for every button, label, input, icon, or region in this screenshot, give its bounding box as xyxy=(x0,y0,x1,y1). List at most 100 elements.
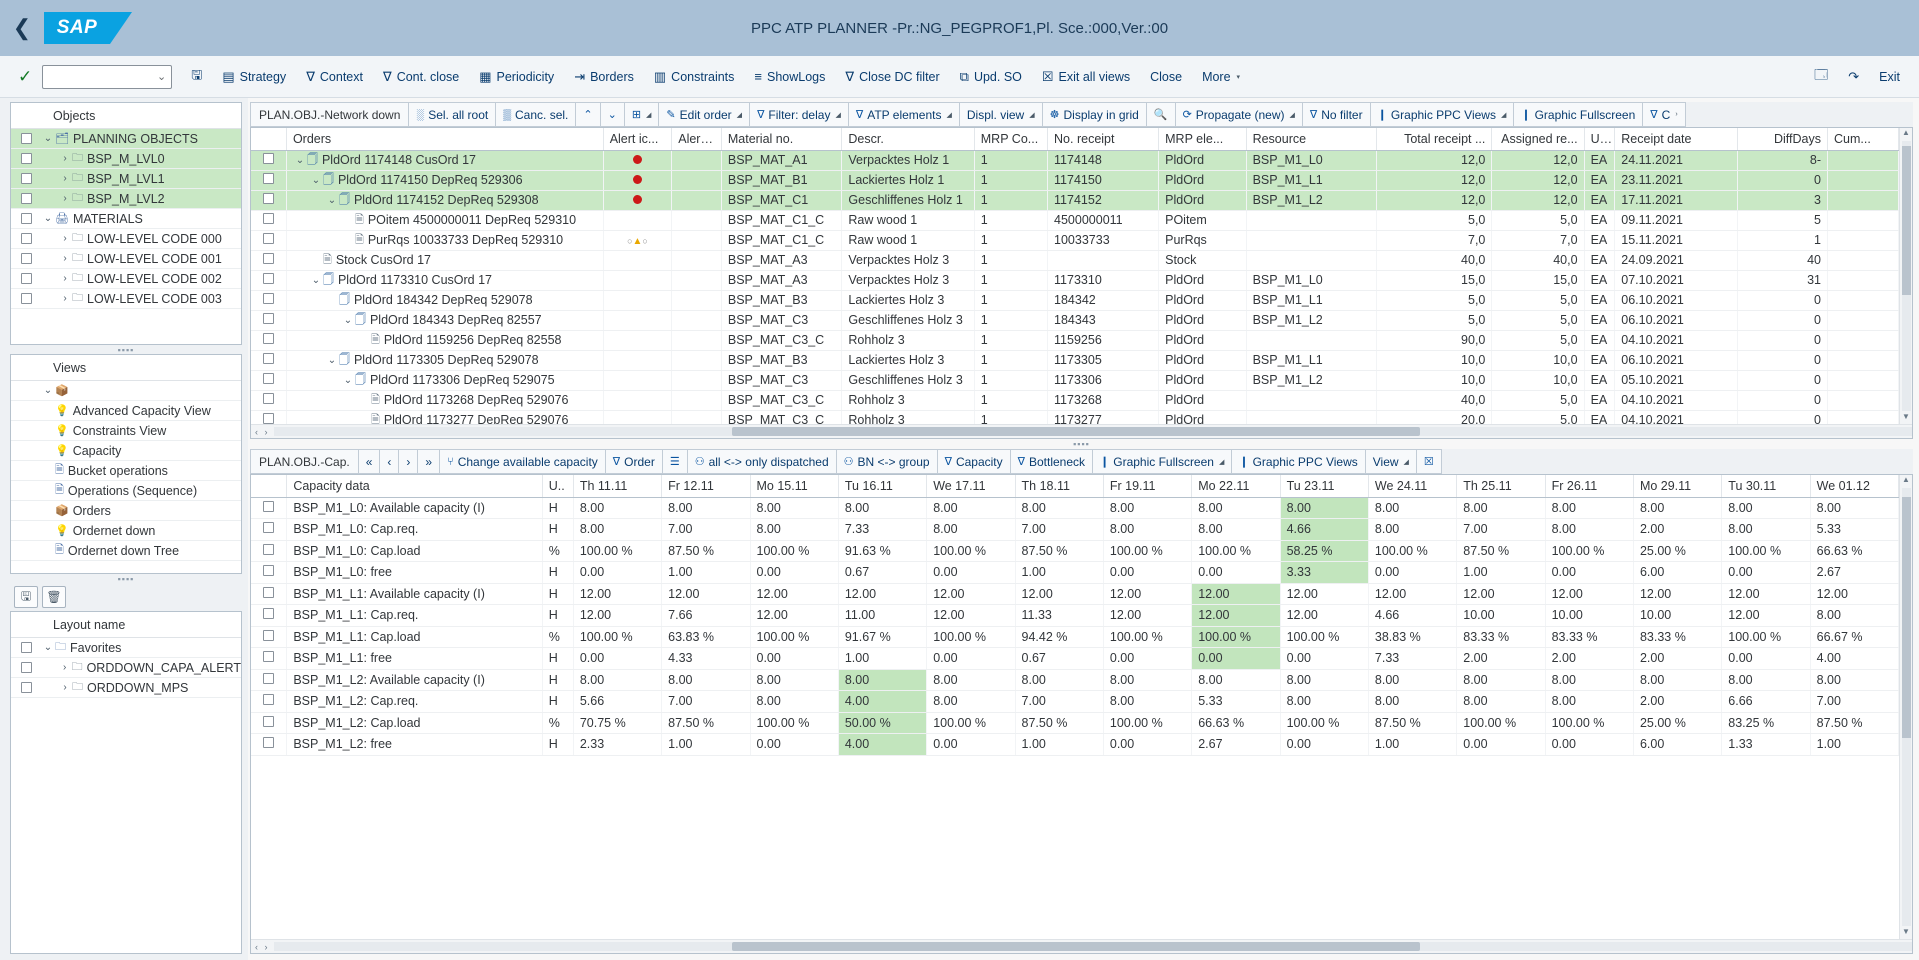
layout-tree[interactable]: ⌄ 🗀 Favorites › 🗀 ORDDOWN_CAPA_ALERT › 🗀 ORDDOWN… xyxy=(11,638,241,953)
cap-column-header[interactable]: Th 25.11 xyxy=(1456,475,1546,498)
close-dc-filter-button[interactable]: ∇ Close DC filter xyxy=(836,65,948,89)
table-row[interactable]: ⌄ 🗍 PldOrd 1174150 DepReq 529306 BSP_MAT_B1… xyxy=(251,170,1899,191)
chevron-right-icon[interactable]: › xyxy=(58,293,72,304)
context-button[interactable]: ∇ Context xyxy=(297,65,372,89)
objects-item-row[interactable]: ⌄ 🖨 MATERIALS xyxy=(11,209,241,229)
checkbox-icon[interactable] xyxy=(262,153,274,164)
column-header[interactable]: MRP Co... xyxy=(974,128,1049,151)
row-checkbox[interactable] xyxy=(11,662,41,673)
checkbox-icon[interactable] xyxy=(262,373,274,384)
chevron-down-icon[interactable]: ⌄ xyxy=(41,213,55,224)
views-item[interactable]: 🗎 Operations (Sequence) xyxy=(11,481,241,501)
capacity-row[interactable]: BSP_M1_L1: free H 0.00 4.33 0.00 1.00 0.00 0.67… xyxy=(251,647,1899,670)
cap-column-header[interactable]: Fr 19.11 xyxy=(1103,475,1193,498)
views-item[interactable]: 💡 Ordernet down xyxy=(11,521,241,541)
cap-column-header[interactable]: We 24.11 xyxy=(1368,475,1458,498)
table-row[interactable]: 🗎 Stock CusOrd 17 BSP_MAT_A3 Verpacktes Hol… xyxy=(251,250,1899,271)
atp-elements-button[interactable]: ∇ ATP elements ◢ xyxy=(847,102,959,127)
table-row[interactable]: 🗎 PldOrd 1173277 DepReq 529076 BSP_MAT_C3_… xyxy=(251,410,1899,424)
cap-column-header[interactable]: U.. xyxy=(542,475,574,498)
table-row[interactable]: 🗎 PldOrd 1159256 DepReq 82558 BSP_MAT_C3_C… xyxy=(251,330,1899,351)
checkbox-icon[interactable] xyxy=(20,133,32,144)
showlogs-button[interactable]: ≡ ShowLogs xyxy=(745,65,834,88)
order-button[interactable]: ∇ Order xyxy=(604,449,662,474)
chevron-down-icon[interactable]: ⌄ xyxy=(41,642,55,653)
row-checkbox[interactable] xyxy=(11,293,41,304)
no-filter-button[interactable]: ∇ No filter xyxy=(1301,102,1370,127)
checkbox-icon[interactable] xyxy=(20,173,32,184)
order-cell[interactable]: 🗎 PldOrd 1173277 DepReq 529076 xyxy=(286,410,604,424)
checkbox-icon[interactable] xyxy=(262,413,274,424)
chevron-down-icon[interactable]: ⌄ xyxy=(41,385,55,396)
caret-icon[interactable]: ◢ xyxy=(1029,111,1034,119)
objects-item-row[interactable]: › 🗀 LOW-LEVEL CODE 000 xyxy=(11,229,241,249)
nav-first-button[interactable]: « xyxy=(357,449,380,474)
chevron-down-icon[interactable]: ⌄ xyxy=(325,195,339,206)
checkbox-icon[interactable] xyxy=(20,233,32,244)
checkbox-icon[interactable] xyxy=(262,353,274,364)
display-view-button[interactable]: Displ. view ◢ xyxy=(958,102,1042,127)
row-checkbox-cell[interactable] xyxy=(251,540,288,562)
hscroll-track[interactable] xyxy=(273,942,1912,951)
checkbox-icon[interactable] xyxy=(262,313,274,324)
table-row[interactable]: ⌄ 🗍 PldOrd 1173305 DepReq 529078 BSP_MAT_B3… xyxy=(251,350,1899,371)
checkbox-icon[interactable] xyxy=(262,333,274,344)
objects-item-row[interactable]: ⌄ 🗂 PLANNING OBJECTS xyxy=(11,129,241,149)
cap-column-header[interactable]: Th 11.11 xyxy=(573,475,663,498)
chevron-right-icon[interactable]: › xyxy=(58,193,72,204)
grid-splitter[interactable]: ▪▪▪▪ xyxy=(250,439,1913,449)
cap-column-header[interactable]: Mo 29.11 xyxy=(1633,475,1723,498)
cap-column-header[interactable]: Fr 12.11 xyxy=(661,475,751,498)
row-checkbox-cell[interactable] xyxy=(251,690,288,713)
exit-all-views-button[interactable]: ☒ Exit all views xyxy=(1033,65,1139,89)
delete-layout-icon[interactable]: 🗑 xyxy=(42,586,66,608)
checkbox-icon[interactable] xyxy=(20,153,32,164)
order-cell[interactable]: ⌄ 🗍 PldOrd 1173305 DepReq 529078 xyxy=(286,350,604,371)
checkbox-icon[interactable] xyxy=(263,586,275,598)
capacity-row[interactable]: BSP_M1_L2: Cap.load% 70.75 % 87.50 % 100.00… xyxy=(251,712,1899,734)
cap-close-button[interactable]: ☒ xyxy=(1415,449,1442,474)
window-star-icon[interactable]: 🗔 xyxy=(1805,62,1837,92)
row-checkbox-cell[interactable] xyxy=(251,270,287,291)
row-checkbox-cell[interactable] xyxy=(251,518,288,541)
save-button[interactable]: 🖫 xyxy=(182,62,211,92)
caret-icon[interactable]: ◢ xyxy=(737,111,742,119)
row-checkbox-cell[interactable] xyxy=(251,290,287,311)
bottleneck-button[interactable]: ∇ Bottleneck xyxy=(1009,449,1093,474)
checkbox-icon[interactable] xyxy=(20,213,32,224)
column-header[interactable]: No. receipt xyxy=(1047,128,1160,151)
table-row[interactable]: 🗎 POitem 4500000011 DepReq 529310 BSP_MAT_… xyxy=(251,210,1899,231)
checkbox-icon[interactable] xyxy=(263,500,275,512)
views-item[interactable]: 📦 Orders xyxy=(11,501,241,521)
views-tree[interactable]: 💡 Advanced Capacity View 💡 Constraints View… xyxy=(11,401,241,573)
orders-body[interactable]: ⌄ 🗍 PldOrd 1174148 CusOrd 17 BSP_MAT_A1 Verp… xyxy=(251,150,1899,424)
capacity-scroll-track[interactable] xyxy=(1901,488,1911,926)
capacity-row[interactable]: BSP_M1_L1: Available capacity (I) H 12.00 1… xyxy=(251,583,1899,605)
checkbox-icon[interactable] xyxy=(262,213,274,224)
checkbox-icon[interactable] xyxy=(263,694,275,706)
checkbox-icon[interactable] xyxy=(262,233,274,244)
scroll-up-icon[interactable]: ▲ xyxy=(1902,128,1910,140)
view-button[interactable]: View ◢ xyxy=(1364,449,1416,474)
views-item[interactable]: 💡 Advanced Capacity View xyxy=(11,401,241,421)
views-item[interactable]: 🗎 Bucket operations xyxy=(11,461,241,481)
row-checkbox-cell[interactable] xyxy=(251,561,288,584)
chevron-down-icon[interactable]: ⌄ xyxy=(341,315,355,326)
row-checkbox-cell[interactable] xyxy=(251,733,288,756)
orders-scroll-thumb[interactable] xyxy=(1901,146,1911,295)
objects-tree[interactable]: ⌄ 🗂 PLANNING OBJECTS › 🗀 BSP_M_LVL0 › 🗀 BSP_M_LV… xyxy=(11,129,241,344)
chevron-right-icon[interactable]: › xyxy=(58,153,72,164)
order-cell[interactable]: 🗎 PldOrd 1159256 DepReq 82558 xyxy=(286,330,604,351)
upd-so-button[interactable]: ⧉ Upd. SO xyxy=(951,65,1031,89)
row-checkbox[interactable] xyxy=(11,682,41,693)
graphic-fullscreen-button[interactable]: ❙ Graphic Fullscreen xyxy=(1513,102,1643,127)
order-cell[interactable]: 🗎 PurRqs 10033733 DepReq 529310 xyxy=(286,230,604,251)
table-row[interactable]: 🗎 PldOrd 1173268 DepReq 529076 BSP_MAT_C3_… xyxy=(251,390,1899,411)
column-header[interactable]: Cum... xyxy=(1827,128,1899,151)
scroll-down-icon[interactable]: ▼ xyxy=(1902,412,1910,424)
chevron-down-icon[interactable]: ⌄ xyxy=(341,375,355,386)
checkbox-icon[interactable] xyxy=(20,642,32,653)
cap-column-header[interactable]: Capacity data xyxy=(286,475,543,498)
save-layout-icon[interactable]: 🖫 xyxy=(14,586,38,608)
cap-column-header[interactable]: Tu 23.11 xyxy=(1280,475,1369,498)
